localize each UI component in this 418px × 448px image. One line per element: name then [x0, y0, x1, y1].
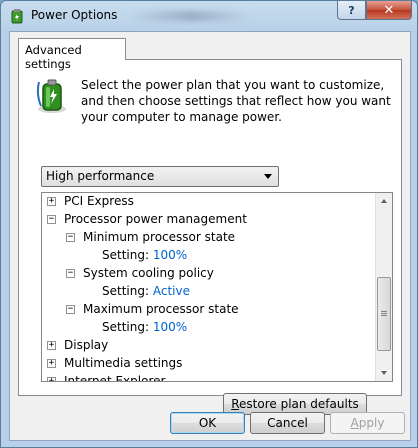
tree-item-label: Processor power management [64, 212, 247, 226]
dialog-client-area: Advanced settings Select the power plan … [9, 31, 411, 441]
tree-item-label: System cooling policy [83, 266, 214, 280]
setting-value[interactable]: Active [153, 284, 190, 298]
setting-value[interactable]: 100% [153, 248, 187, 262]
tree-item-label: Internet Explorer [64, 374, 166, 382]
collapse-icon[interactable]: − [66, 269, 75, 278]
scroll-up-icon[interactable] [381, 199, 387, 203]
tree-item-label: PCI Express [64, 194, 134, 208]
power-plan-selected: High performance [46, 169, 155, 183]
expand-icon[interactable]: + [47, 341, 56, 350]
collapse-icon[interactable]: − [66, 233, 75, 242]
scrollbar-thumb[interactable] [377, 277, 391, 351]
blurred-title-region [131, 11, 251, 21]
grip-line [381, 315, 387, 316]
restore-label: estore plan defaults [239, 397, 359, 411]
grip-line [381, 311, 387, 312]
power-plan-select[interactable]: High performance [41, 166, 279, 187]
expand-icon[interactable]: + [47, 359, 56, 368]
grip-line [381, 313, 387, 314]
apply-mnemonic: A [350, 416, 359, 430]
expand-icon[interactable]: + [47, 377, 56, 381]
settings-tree[interactable]: + PCI Express − Processor power manageme… [41, 192, 393, 382]
apply-button[interactable]: Apply [330, 412, 405, 434]
tab-advanced-settings[interactable]: Advanced settings [18, 38, 126, 71]
advanced-settings-panel: Select the power plan that you want to c… [18, 59, 402, 415]
help-button[interactable]: ? [337, 1, 366, 20]
apply-label: pply [358, 416, 385, 430]
cancel-button[interactable]: Cancel [250, 412, 325, 434]
scroll-down-icon[interactable] [381, 371, 387, 375]
setting-label: Setting: [102, 284, 150, 298]
dropdown-arrow-icon [264, 174, 272, 179]
close-button[interactable]: ✕ [366, 1, 412, 20]
ok-button[interactable]: OK [170, 412, 245, 434]
expand-icon[interactable]: + [47, 197, 56, 206]
tree-item-label: Minimum processor state [83, 230, 236, 244]
setting-label: Setting: [102, 248, 150, 262]
collapse-icon[interactable]: − [66, 305, 75, 314]
restore-mnemonic: R [231, 397, 240, 411]
collapse-icon[interactable]: − [47, 215, 56, 224]
vertical-scrollbar[interactable] [375, 193, 392, 381]
power-options-window: Power Options ? ✕ Advanced settings Sele… [0, 0, 418, 448]
battery-icon [36, 79, 66, 113]
power-options-icon [11, 9, 23, 24]
tree-item-label: Maximum processor state [83, 302, 239, 316]
title-bar[interactable]: Power Options ? ✕ [1, 1, 417, 31]
tree-item-label: Display [64, 338, 109, 352]
setting-value[interactable]: 100% [153, 320, 187, 334]
instructions-text: Select the power plan that you want to c… [81, 78, 391, 124]
setting-label: Setting: [102, 320, 150, 334]
window-title: Power Options [31, 8, 118, 22]
tree-item-label: Multimedia settings [64, 356, 183, 370]
